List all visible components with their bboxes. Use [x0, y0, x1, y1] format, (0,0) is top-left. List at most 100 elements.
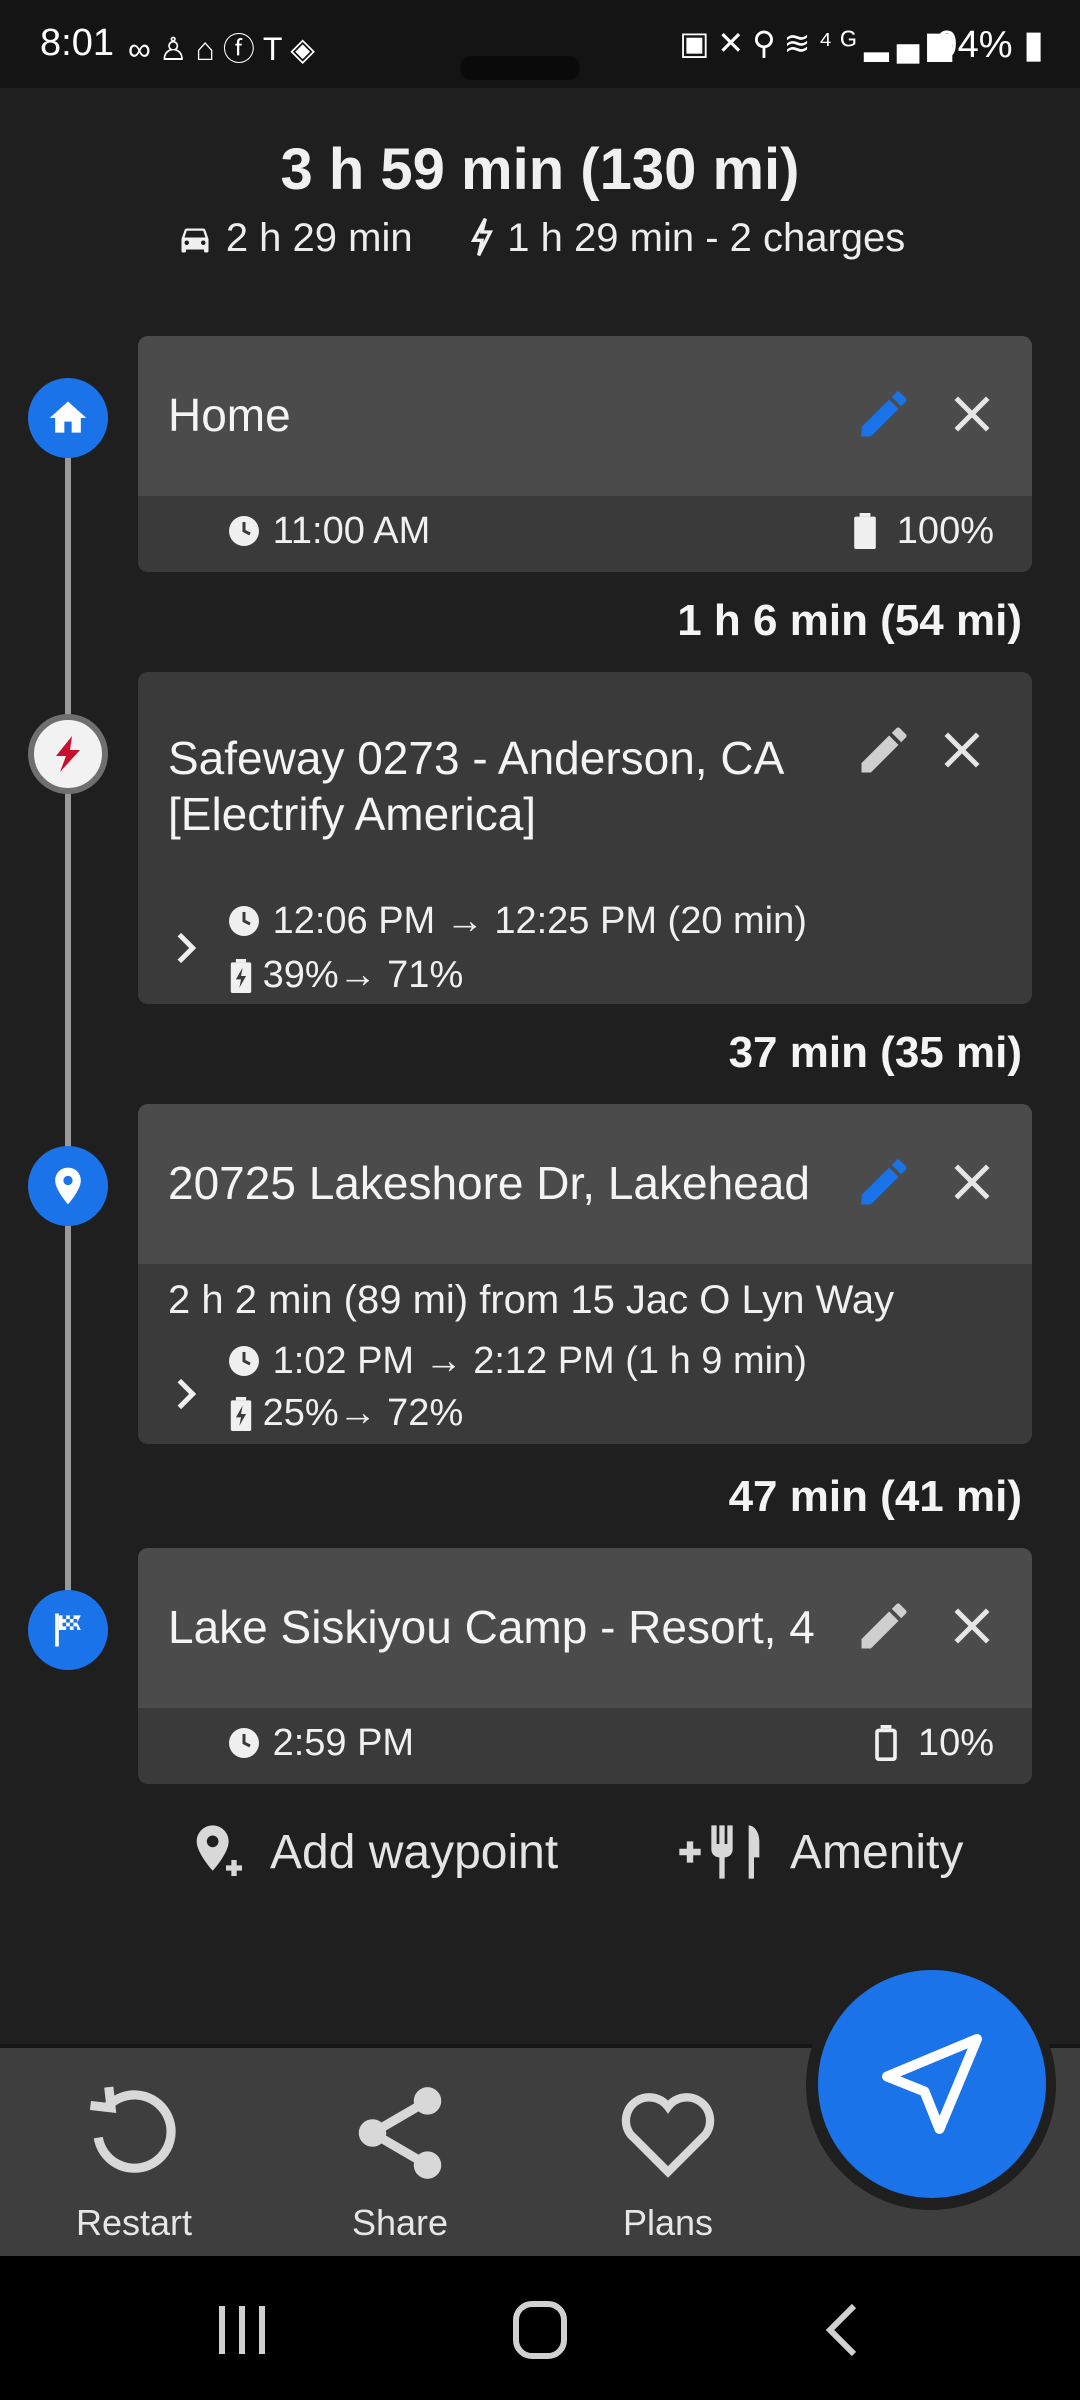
camera-notch: [460, 56, 580, 80]
4g-icon: ⁴ᴳ: [818, 25, 865, 61]
leg-summary: 1 h 6 min (54 mi): [677, 596, 1022, 645]
clock-icon: [229, 1728, 259, 1758]
back-icon[interactable]: [806, 2300, 886, 2360]
share-icon: [358, 2087, 442, 2179]
battery-low-icon: [875, 1725, 897, 1761]
battery-saver-icon: ▣: [679, 25, 718, 61]
heart-icon: [621, 2093, 715, 2178]
expand-chevron-icon[interactable]: [166, 1374, 206, 1414]
stop-name: Lake Siskiyou Camp - Resort, 4: [168, 1601, 815, 1653]
edit-icon[interactable]: [854, 384, 914, 444]
edit-icon[interactable]: [854, 1596, 914, 1656]
arrival-time-row: 2:59 PM: [226, 1722, 414, 1765]
person-icon: ♙: [158, 31, 196, 67]
edit-icon[interactable]: [854, 1152, 914, 1212]
system-icons: ▣✕⚲≋⁴ᴳ▂▄▆: [679, 24, 960, 62]
home-node-icon: [28, 378, 108, 458]
share-button[interactable]: Share: [300, 2078, 500, 2244]
arrival-time: 11:00 AM: [272, 510, 431, 552]
navigation-arrow-icon: [882, 2034, 982, 2134]
facebook-icon: ⓕ: [222, 31, 263, 67]
status-time: 8:01: [40, 22, 114, 64]
trip-summary-title: 3 h 59 min (130 mi): [280, 137, 800, 202]
stop-card-header[interactable]: 20725 Lakeshore Dr, Lakehead: [138, 1104, 1032, 1264]
leg-summary: 37 min (35 mi): [728, 1028, 1022, 1077]
location-icon: ⚲: [752, 25, 784, 61]
stop-card-header[interactable]: Home: [138, 336, 1032, 496]
edit-icon[interactable]: [854, 720, 914, 780]
battery-charging-icon: [230, 959, 252, 993]
amenity-label: Amenity: [790, 1825, 964, 1879]
charge-range-row: 25%→ 72%: [230, 1392, 463, 1435]
restart-icon: [89, 2086, 176, 2173]
expand-chevron-icon[interactable]: [166, 928, 206, 968]
clock-icon: [229, 906, 259, 936]
remove-stop-icon[interactable]: [942, 1596, 1002, 1656]
waypoint-node-icon: [28, 1146, 108, 1226]
charge-window-row: 1:02 PM → 2:12 PM (1 h 9 min): [226, 1340, 807, 1383]
share-label: Share: [351, 2202, 449, 2243]
battery-status: 94% ▮: [936, 24, 1044, 66]
charge-time: 1 h 29 min - 2 charges: [507, 216, 906, 260]
route-actions: Add waypoint Amenity: [0, 1820, 1080, 1900]
clock-icon: [229, 516, 259, 546]
leg-summary: 47 min (41 mi): [728, 1472, 1022, 1521]
add-waypoint-button[interactable]: Add waypoint: [186, 1820, 558, 1884]
stop-card-home[interactable]: Home 11:00 AM 100%: [138, 336, 1032, 572]
add-restaurant-icon: [679, 1825, 760, 1879]
add-amenity-button[interactable]: Amenity: [674, 1820, 963, 1884]
route-timeline-line: [65, 418, 71, 1630]
stop-card-destination[interactable]: Lake Siskiyou Camp - Resort, 4 2:59 PM 1…: [138, 1548, 1032, 1784]
stop-name: Home: [168, 389, 291, 441]
restart-label: Restart: [75, 2202, 193, 2243]
bolt-icon: [471, 217, 494, 257]
mute-icon: ✕: [717, 25, 753, 61]
status-bar: 8:01 ∞♙⌂ⓕT◈ ▣✕⚲≋⁴ᴳ▂▄▆ 94% ▮: [0, 0, 1080, 88]
arrival-time: 2:59 PM: [272, 1722, 415, 1764]
wifi-icon: ≋: [783, 25, 819, 61]
stop-card-header[interactable]: Safeway 0273 - Anderson, CA [Electrify A…: [138, 672, 1032, 1004]
charge-window: 1:02 PM → 2:12 PM (1 h 9 min): [272, 1340, 807, 1382]
battery-level: 100%: [896, 510, 994, 552]
charge-range-row: 39%→ 71%: [230, 954, 463, 997]
start-navigation-button[interactable]: [818, 1970, 1046, 2198]
stop-card-details: 2 h 2 min (89 mi) from 15 Jac O Lyn Way …: [138, 1264, 1032, 1444]
charge-range: 25%→ 72%: [262, 1392, 464, 1434]
charge-window: 12:06 PM → 12:25 PM (20 min): [272, 900, 807, 942]
arrival-time-row: 11:00 AM: [226, 510, 430, 553]
battery-charging-icon: [230, 1397, 252, 1431]
electrify-america-icon: [28, 714, 108, 794]
stop-card-charger[interactable]: Safeway 0273 - Anderson, CA [Electrify A…: [138, 672, 1032, 1004]
battery-row: 10%: [875, 1722, 994, 1765]
add-waypoint-label: Add waypoint: [270, 1825, 559, 1879]
battery-percent: 94%: [936, 24, 1013, 66]
plans-label: Plans: [622, 2202, 714, 2243]
stop-card-waypoint[interactable]: 20725 Lakeshore Dr, Lakehead 2 h 2 min (…: [138, 1104, 1032, 1444]
home-icon: ⌂: [195, 31, 223, 67]
destination-flag-icon: [28, 1590, 108, 1670]
diamond-icon: ◈: [290, 31, 323, 67]
recent-apps-icon[interactable]: [202, 2300, 282, 2360]
battery-full-icon: [853, 513, 876, 549]
car-icon: [181, 228, 209, 253]
plans-button[interactable]: Plans: [568, 2078, 768, 2244]
home-button-icon[interactable]: [500, 2300, 580, 2360]
restart-button[interactable]: Restart: [34, 2078, 234, 2244]
battery-row: 100%: [853, 510, 994, 553]
remove-stop-icon[interactable]: [942, 384, 1002, 444]
notification-icons: ∞♙⌂ⓕT◈: [128, 24, 323, 70]
stop-name: Safeway 0273 - Anderson, CA [Electrify A…: [168, 732, 782, 840]
battery-level: 10%: [917, 1722, 994, 1764]
remove-stop-icon[interactable]: [932, 720, 992, 780]
stop-name: 20725 Lakeshore Dr, Lakehead: [168, 1157, 808, 1209]
drive-time: 2 h 29 min: [225, 216, 413, 260]
stop-card-header[interactable]: Lake Siskiyou Camp - Resort, 4: [138, 1548, 1032, 1708]
detour-info: 2 h 2 min (89 mi) from 15 Jac O Lyn Way: [168, 1278, 895, 1322]
charge-window-row: 12:06 PM → 12:25 PM (20 min): [226, 900, 807, 943]
system-navigation-bar: [0, 2256, 1080, 2400]
trip-summary-breakdown: 2 h 29 min 1 h 29 min - 2 charges: [0, 216, 1080, 261]
add-location-icon: [196, 1825, 242, 1876]
charge-range: 39%→ 71%: [262, 954, 464, 996]
remove-stop-icon[interactable]: [942, 1152, 1002, 1212]
clock-icon: [229, 1346, 259, 1376]
